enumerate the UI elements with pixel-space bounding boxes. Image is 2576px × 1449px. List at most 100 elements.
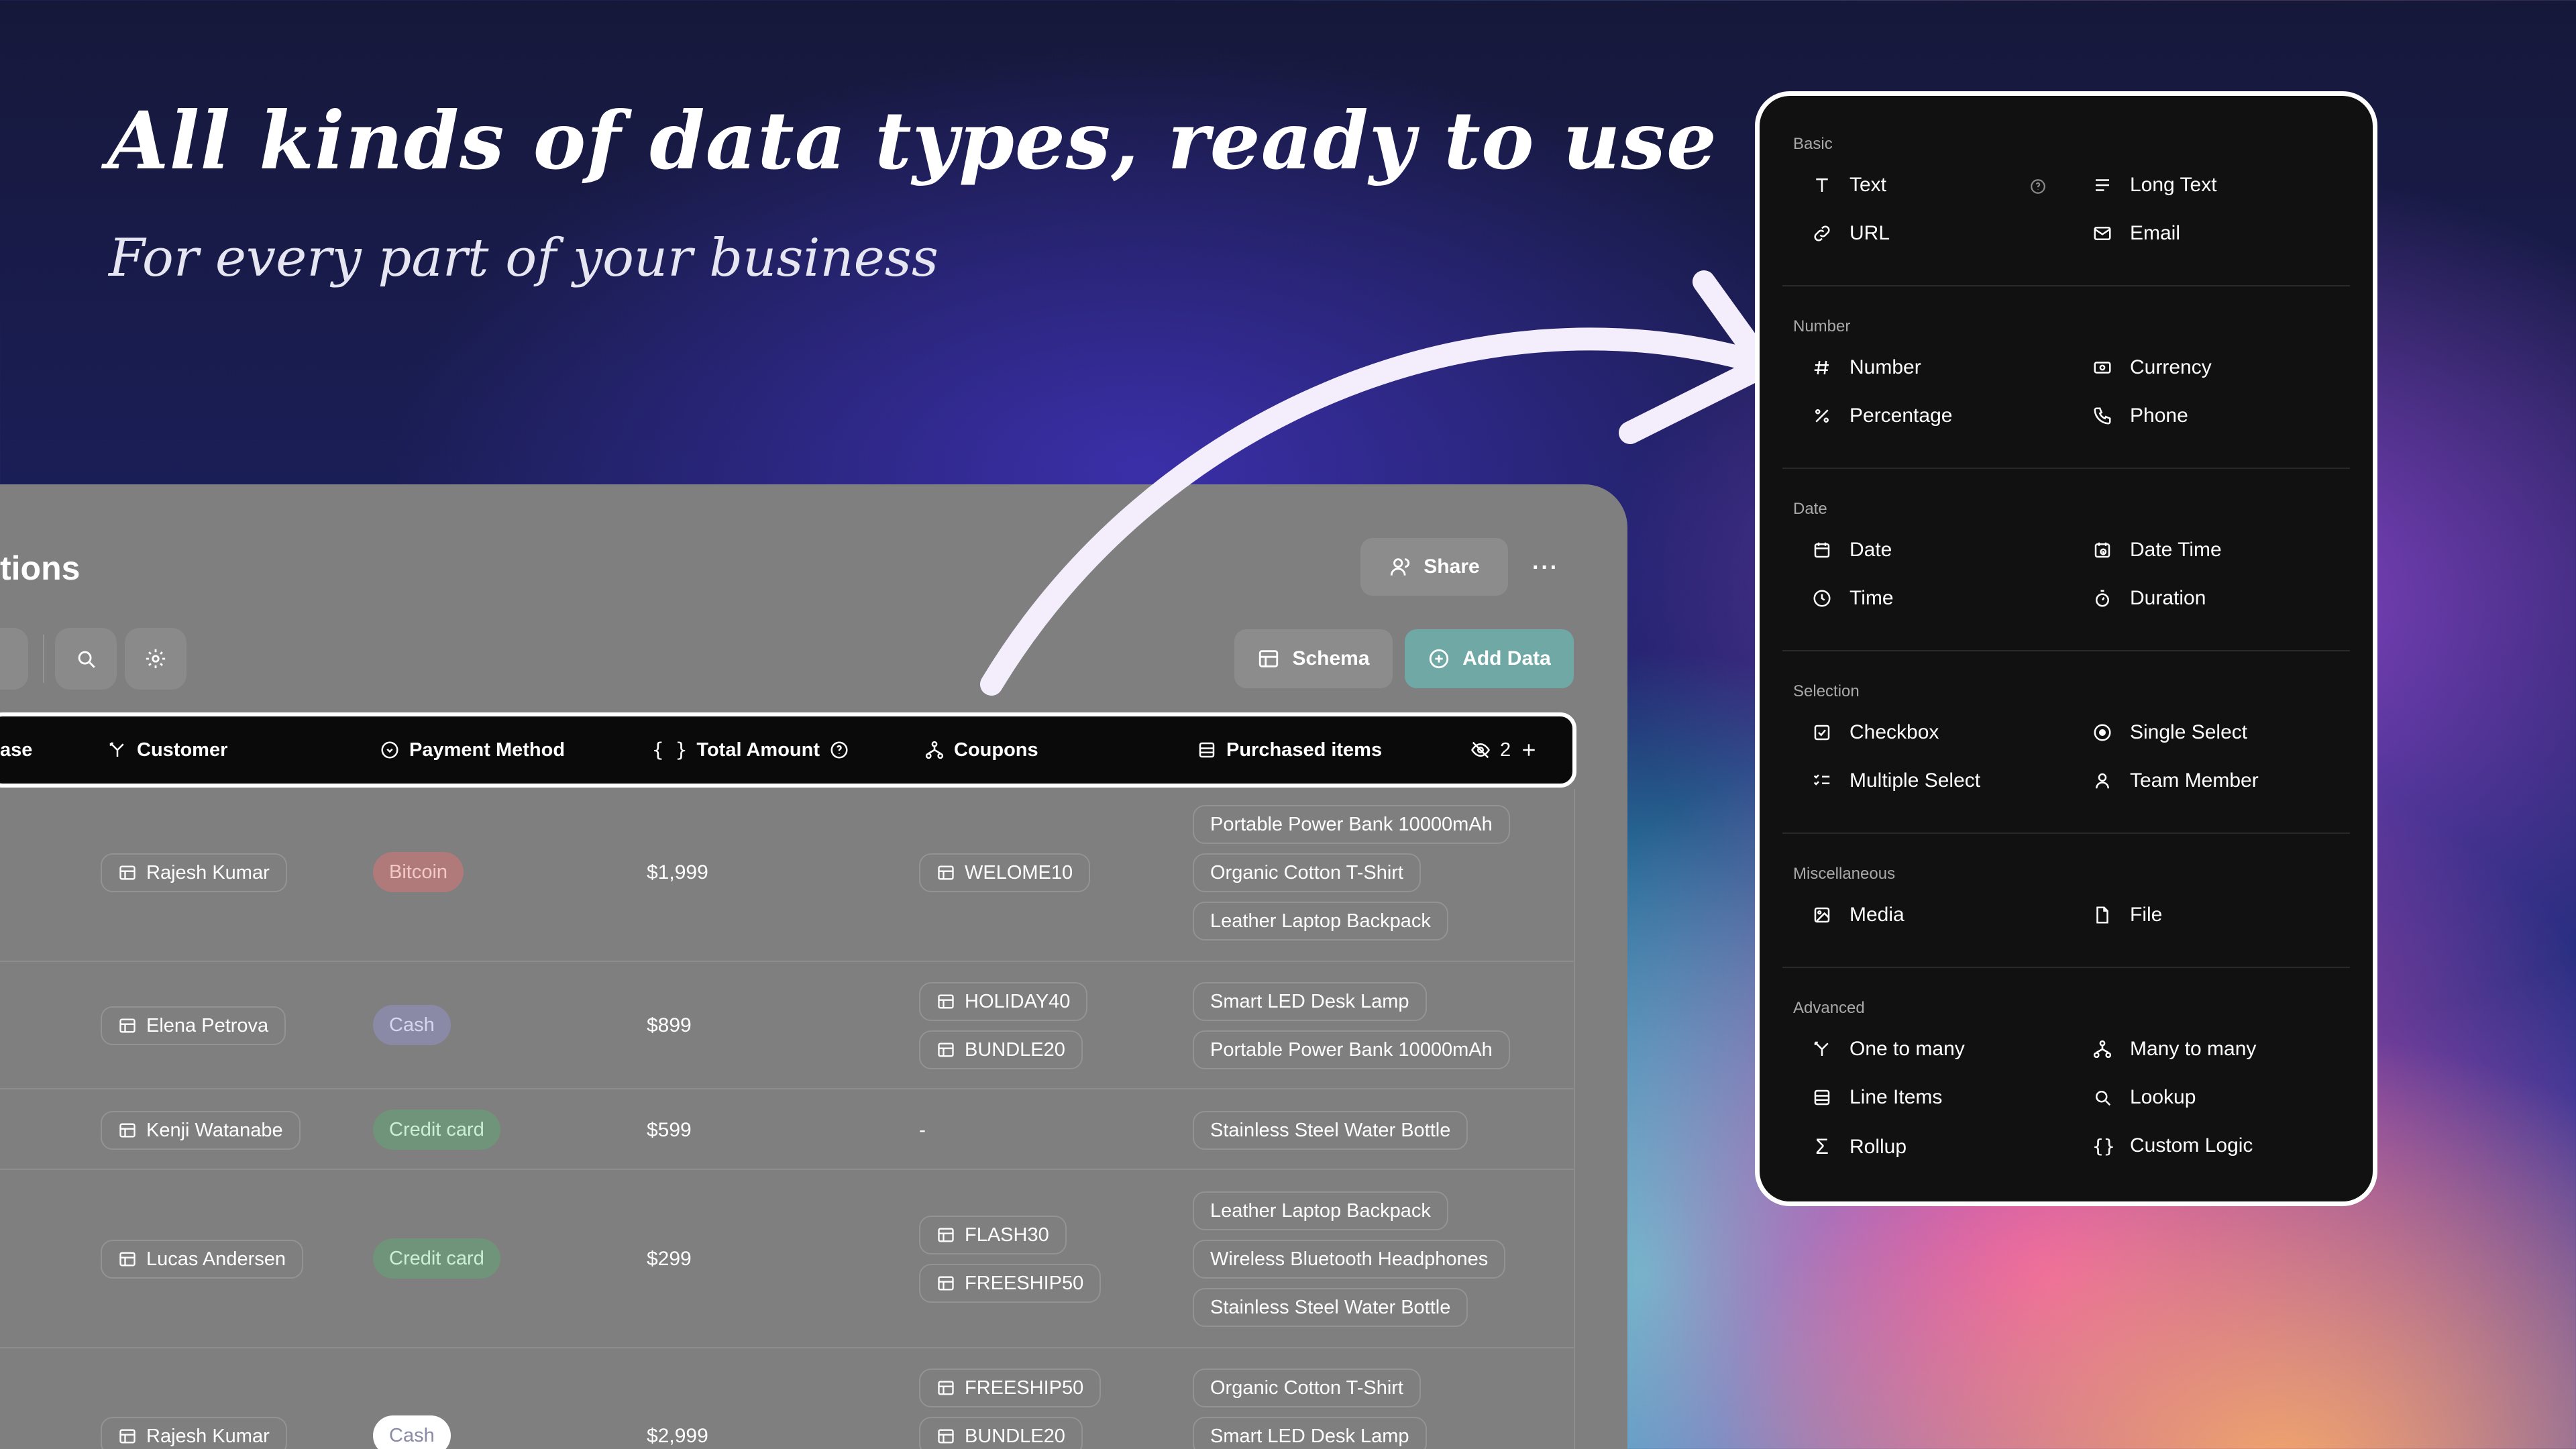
payment-pill[interactable]: Cash <box>373 1005 451 1045</box>
item-chip[interactable]: Wireless Bluetooth Headphones <box>1193 1240 1506 1279</box>
add-data-label: Add Data <box>1462 647 1551 669</box>
payment-pill[interactable]: Bitcoin <box>373 852 464 892</box>
image-icon <box>1814 907 1830 923</box>
record-icon <box>119 1018 136 1033</box>
coupon-chip[interactable]: FREESHIP50 <box>919 1264 1102 1303</box>
payment-pill[interactable]: Credit card <box>373 1110 500 1150</box>
column-header-purchased-items[interactable]: Purchased items <box>1197 716 1382 784</box>
menu-item-media[interactable]: Media <box>1812 904 1904 926</box>
menu-separator <box>1782 967 2350 968</box>
menu-item-lookup[interactable]: Lookup <box>2092 1086 2196 1109</box>
menu-item-checkbox[interactable]: Checkbox <box>1812 721 1939 744</box>
share-button[interactable]: Share <box>1360 538 1508 596</box>
hidden-fields-toggle[interactable]: 2 <box>1470 716 1511 784</box>
column-header-coupons[interactable]: Coupons <box>924 716 1038 784</box>
menu-item-text[interactable]: Text <box>1812 174 1886 197</box>
link-icon <box>1814 225 1830 241</box>
payment-pill[interactable]: Credit card <box>373 1238 500 1279</box>
search-icon <box>78 651 95 668</box>
menu-item-url[interactable]: URL <box>1812 222 1890 245</box>
item-chip[interactable]: Portable Power Bank 10000mAh <box>1193 805 1510 844</box>
plus-circle-icon <box>1429 649 1449 669</box>
menu-item-team-member[interactable]: Team Member <box>2092 769 2259 792</box>
record-icon <box>938 1042 954 1057</box>
menu-item-duration[interactable]: Duration <box>2092 587 2206 610</box>
eye-off-icon <box>1471 741 1490 759</box>
table-icon <box>1259 650 1279 667</box>
customer-chip[interactable]: Kenji Watanabe <box>101 1111 301 1150</box>
customer-chip[interactable]: Elena Petrova <box>101 1006 286 1045</box>
add-column-button[interactable] <box>1519 716 1539 784</box>
search-button[interactable] <box>55 628 117 690</box>
column-header-customer[interactable]: Customer <box>107 716 227 784</box>
add-data-button[interactable]: Add Data <box>1405 629 1574 688</box>
checkbox-icon <box>1814 724 1830 741</box>
mail-icon <box>2094 227 2111 240</box>
coupon-chip[interactable]: BUNDLE20 <box>919 1030 1083 1069</box>
settings-button[interactable] <box>125 628 186 690</box>
percent-icon <box>1815 409 1829 423</box>
customer-chip[interactable]: Rajesh Kumar <box>101 1417 287 1449</box>
amount-cell: $899 <box>647 1014 692 1036</box>
plus-icon <box>1523 744 1535 756</box>
menu-separator <box>1782 285 2350 286</box>
item-chip[interactable]: Leather Laptop Backpack <box>1193 902 1448 941</box>
item-chip[interactable]: Stainless Steel Water Bottle <box>1193 1288 1468 1327</box>
menu-item-one-to-many[interactable]: One to many <box>1812 1038 1965 1061</box>
page-title: tions <box>0 549 80 587</box>
coupon-chip[interactable]: BUNDLE20 <box>919 1417 1083 1449</box>
menu-item-percentage[interactable]: Percentage <box>1812 405 1952 427</box>
filter-button[interactable] <box>0 628 28 690</box>
gear-icon <box>146 649 166 669</box>
amount-cell: $1,999 <box>647 861 708 883</box>
item-chip[interactable]: Smart LED Desk Lamp <box>1193 982 1427 1021</box>
menu-separator <box>1782 833 2350 834</box>
line-items-icon <box>1199 742 1215 758</box>
item-chip[interactable]: Leather Laptop Backpack <box>1193 1191 1448 1230</box>
menu-item-single-select[interactable]: Single Select <box>2092 721 2247 744</box>
menu-item-time[interactable]: Time <box>1812 587 1894 610</box>
menu-item-date[interactable]: Date <box>1812 539 1892 561</box>
amount-cell: $2,999 <box>647 1425 708 1447</box>
more-options-button[interactable]: ··· <box>1527 549 1564 586</box>
menu-item-currency[interactable]: Currency <box>2092 356 2212 379</box>
menu-item-file[interactable]: File <box>2092 904 2162 926</box>
column-header-case[interactable]: ase <box>0 716 32 784</box>
menu-item-email[interactable]: Email <box>2092 222 2180 245</box>
menu-item-custom-logic[interactable]: {} Custom Logic <box>2092 1134 2253 1157</box>
braces-icon: {} <box>2092 1134 2115 1157</box>
item-chip[interactable]: Stainless Steel Water Bottle <box>1193 1111 1468 1150</box>
menu-item-number[interactable]: Number <box>1812 356 1921 379</box>
menu-separator <box>1782 650 2350 651</box>
menu-item-multiple-select[interactable]: Multiple Select <box>1812 769 1980 792</box>
section-label-advanced: Advanced <box>1793 999 1865 1017</box>
customer-chip[interactable]: Lucas Andersen <box>101 1240 303 1279</box>
column-header-total-amount[interactable]: { } Total Amount <box>652 716 849 784</box>
menu-item-phone[interactable]: Phone <box>2092 405 2188 427</box>
calendar-icon <box>1814 542 1830 558</box>
coupon-chip[interactable]: WELOME10 <box>919 853 1091 892</box>
item-chip[interactable]: Organic Cotton T-Shirt <box>1193 1368 1421 1407</box>
menu-item-date-time[interactable]: Date Time <box>2092 539 2222 561</box>
customer-chip[interactable]: Rajesh Kumar <box>101 853 287 892</box>
column-header-payment-method[interactable]: Payment Method <box>380 716 565 784</box>
item-chip[interactable]: Organic Cotton T-Shirt <box>1193 853 1421 892</box>
record-icon <box>119 1429 136 1444</box>
menu-item-long-text[interactable]: Long Text <box>2092 174 2217 197</box>
coupon-chip[interactable]: FLASH30 <box>919 1216 1067 1254</box>
coupon-chip[interactable]: FREESHIP50 <box>919 1368 1102 1407</box>
record-icon <box>119 865 136 880</box>
section-label-basic: Basic <box>1793 135 1833 153</box>
item-chip[interactable]: Portable Power Bank 10000mAh <box>1193 1030 1510 1069</box>
item-chip[interactable]: Smart LED Desk Lamp <box>1193 1417 1427 1449</box>
coupon-chip[interactable]: HOLIDAY40 <box>919 982 1088 1021</box>
line-items-icon <box>1814 1089 1830 1106</box>
menu-item-many-to-many[interactable]: Many to many <box>2092 1038 2256 1061</box>
menu-separator <box>1782 468 2350 469</box>
menu-item-line-items[interactable]: Line Items <box>1812 1086 1942 1109</box>
payment-pill[interactable]: Cash <box>373 1415 451 1449</box>
schema-button[interactable]: Schema <box>1234 629 1393 688</box>
menu-item-rollup[interactable]: Σ Rollup <box>1812 1134 1907 1159</box>
data-type-menu: Basic Text Long Text URL Email Number Nu… <box>1755 91 2377 1206</box>
help-icon[interactable] <box>2029 178 2047 195</box>
